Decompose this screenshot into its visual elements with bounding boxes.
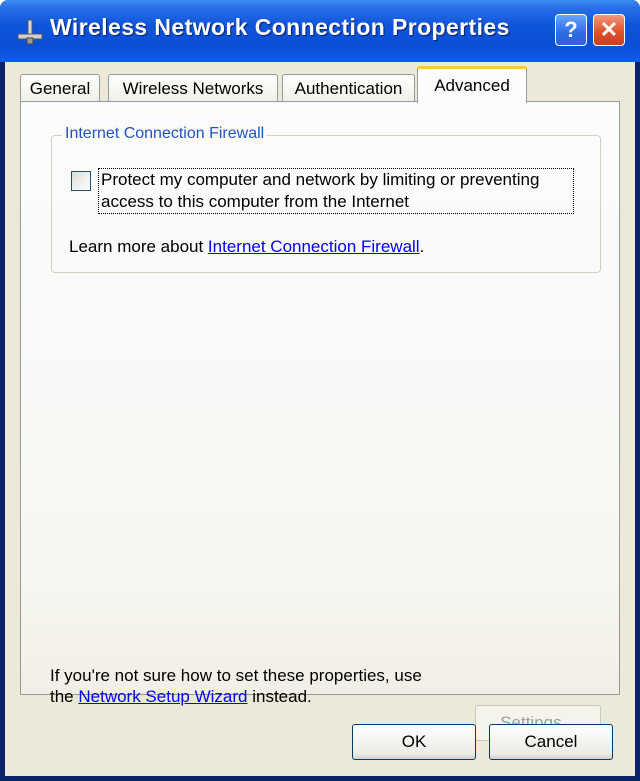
learn-more-prefix: Learn more about bbox=[69, 237, 208, 256]
tab-authentication[interactable]: Authentication bbox=[282, 74, 415, 102]
firewall-help-link[interactable]: Internet Connection Firewall bbox=[208, 237, 420, 256]
close-icon: ✕ bbox=[599, 17, 619, 42]
help-icon: ? bbox=[564, 17, 578, 42]
footer-line1: If you're not sure how to set these prop… bbox=[50, 666, 422, 685]
firewall-group-title: Internet Connection Firewall bbox=[62, 125, 268, 143]
learn-more-suffix: . bbox=[419, 237, 425, 256]
firewall-checkbox-label[interactable]: Protect my computer and network by limit… bbox=[98, 168, 574, 214]
footer-suffix: instead. bbox=[247, 687, 312, 706]
firewall-groupbox: Internet Connection Firewall Protect my … bbox=[51, 125, 601, 273]
properties-window: Wireless Network Connection Properties ?… bbox=[0, 0, 640, 781]
dialog-client-area: General Wireless Networks Authentication… bbox=[5, 62, 635, 776]
firewall-checkbox[interactable] bbox=[71, 171, 91, 191]
title-bar[interactable]: Wireless Network Connection Properties ?… bbox=[0, 0, 640, 62]
learn-more-text: Learn more about Internet Connection Fir… bbox=[69, 237, 424, 257]
cancel-button[interactable]: Cancel bbox=[489, 724, 613, 760]
window-title: Wireless Network Connection Properties bbox=[50, 14, 510, 40]
network-connection-icon bbox=[15, 18, 45, 46]
tab-wireless-networks[interactable]: Wireless Networks bbox=[108, 74, 278, 102]
tab-general[interactable]: General bbox=[20, 74, 100, 102]
advanced-tab-panel: Internet Connection Firewall Protect my … bbox=[20, 101, 620, 741]
tab-advanced[interactable]: Advanced bbox=[417, 66, 527, 103]
network-setup-wizard-link[interactable]: Network Setup Wizard bbox=[78, 687, 247, 706]
close-button[interactable]: ✕ bbox=[593, 14, 625, 46]
footer-help-text: If you're not sure how to set these prop… bbox=[50, 665, 470, 707]
help-button[interactable]: ? bbox=[555, 14, 587, 46]
ok-button[interactable]: OK bbox=[352, 724, 476, 760]
footer-prefix: the bbox=[50, 687, 79, 706]
